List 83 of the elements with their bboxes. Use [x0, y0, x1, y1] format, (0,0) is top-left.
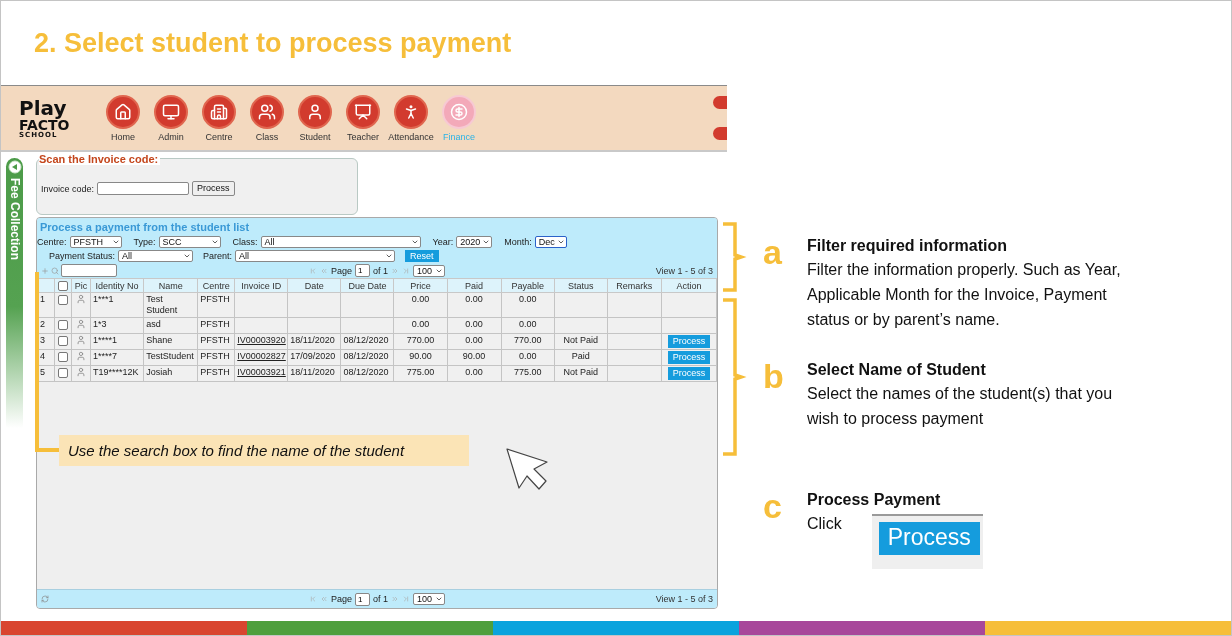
person-icon [76, 335, 87, 345]
invoice-code-field[interactable] [97, 182, 190, 195]
centre-select[interactable]: PFSTH [69, 236, 122, 248]
step-text: Click [807, 514, 842, 534]
search-icon [51, 266, 59, 275]
record-count: View 1 - 5 of 3 [655, 265, 713, 276]
step-title: Filter required information [807, 236, 1008, 256]
scan-legend: Scan the Invoice code: [39, 153, 161, 165]
person-icon [76, 319, 87, 329]
year-select[interactable]: 2020 [456, 236, 493, 248]
users-icon [258, 102, 276, 121]
grid-title: Process a payment from the student list [39, 220, 251, 235]
page-label: Page [330, 594, 352, 604]
filter-label: Payment Status: [49, 251, 116, 261]
person-icon [76, 351, 87, 361]
refresh-icon[interactable] [41, 595, 49, 603]
payment-status-select[interactable]: All [118, 250, 194, 262]
column-header: Name [143, 278, 198, 293]
column-header: Paid [447, 278, 502, 293]
logo-text: Play [19, 97, 67, 118]
invoice-code-label: Invoice code: [41, 183, 95, 194]
cursor-icon [506, 448, 550, 491]
column-header: Invoice ID [234, 278, 288, 293]
row-checkbox[interactable] [58, 294, 68, 305]
step-text: Select the names of the student(s) that you wish to process payment [807, 384, 1114, 429]
process-button[interactable]: Process [192, 181, 235, 196]
caret-icon [111, 238, 120, 246]
caret-icon [210, 238, 219, 246]
page-size-select[interactable]: 100 [413, 593, 445, 605]
caret-icon [183, 252, 192, 260]
step-title: Process Payment [807, 490, 942, 510]
column-header: Identity No [90, 278, 144, 293]
filter-label: Month: [504, 237, 532, 247]
column-header: Action [661, 278, 717, 293]
step-letter: a [763, 235, 783, 273]
step-text: Filter the information properly. Such as Year, Applicable Month for the Invoice, Payment status or by parent’s name. [807, 260, 1122, 330]
monitor-icon [162, 102, 180, 121]
column-header: Date [287, 278, 341, 293]
presentation-icon [354, 102, 372, 121]
search-field[interactable] [61, 264, 117, 277]
column-header: Remarks [607, 278, 662, 293]
row-checkbox[interactable] [58, 335, 68, 346]
page-field[interactable]: 1 [355, 592, 370, 606]
row-checkbox[interactable] [58, 319, 68, 330]
dollar-coin-icon [450, 102, 468, 121]
step-title: Select Name of Student [807, 360, 987, 380]
page-size-select[interactable]: 100 [413, 264, 445, 277]
filter-label: Class: [232, 237, 258, 247]
caret-icon [410, 238, 419, 246]
select-all-checkbox[interactable] [58, 280, 68, 291]
column-header: Due Date [340, 278, 394, 293]
filter-label: Year: [432, 237, 454, 247]
parent-select[interactable]: All [235, 250, 396, 262]
person-icon [76, 367, 87, 377]
month-select[interactable]: Dec [534, 236, 567, 248]
caret-icon [482, 238, 491, 246]
column-header: Price [394, 278, 448, 293]
building-icon [210, 102, 228, 121]
caret-icon [556, 238, 565, 246]
column-header: Centre [197, 278, 235, 293]
person-icon [76, 294, 87, 304]
page-count: of 1 [373, 594, 388, 604]
page-count: of 1 [373, 265, 388, 276]
callout-note: Use the search box to find the name of the student [59, 435, 469, 466]
house-icon [114, 102, 132, 121]
type-select[interactable]: SCC [158, 236, 221, 248]
slide-title: 2. Select student to process payment [34, 27, 512, 59]
step-letter: c [763, 489, 783, 527]
caret-icon [435, 595, 443, 603]
filter-label: Centre: [37, 237, 67, 247]
record-count: View 1 - 5 of 3 [655, 594, 713, 604]
page-field[interactable]: 1 [355, 264, 370, 277]
user-icon [306, 102, 324, 121]
filter-label: Parent: [203, 251, 233, 261]
step-letter: b [763, 359, 785, 397]
page-label: Page [330, 265, 352, 276]
row-checkbox[interactable] [58, 351, 68, 362]
column-header: Status [554, 278, 608, 293]
column-header: Payable [501, 278, 555, 293]
caret-icon [385, 252, 394, 260]
row-checkbox[interactable] [58, 367, 68, 378]
class-select[interactable]: All [260, 236, 421, 248]
filter-label: Type: [133, 237, 156, 247]
